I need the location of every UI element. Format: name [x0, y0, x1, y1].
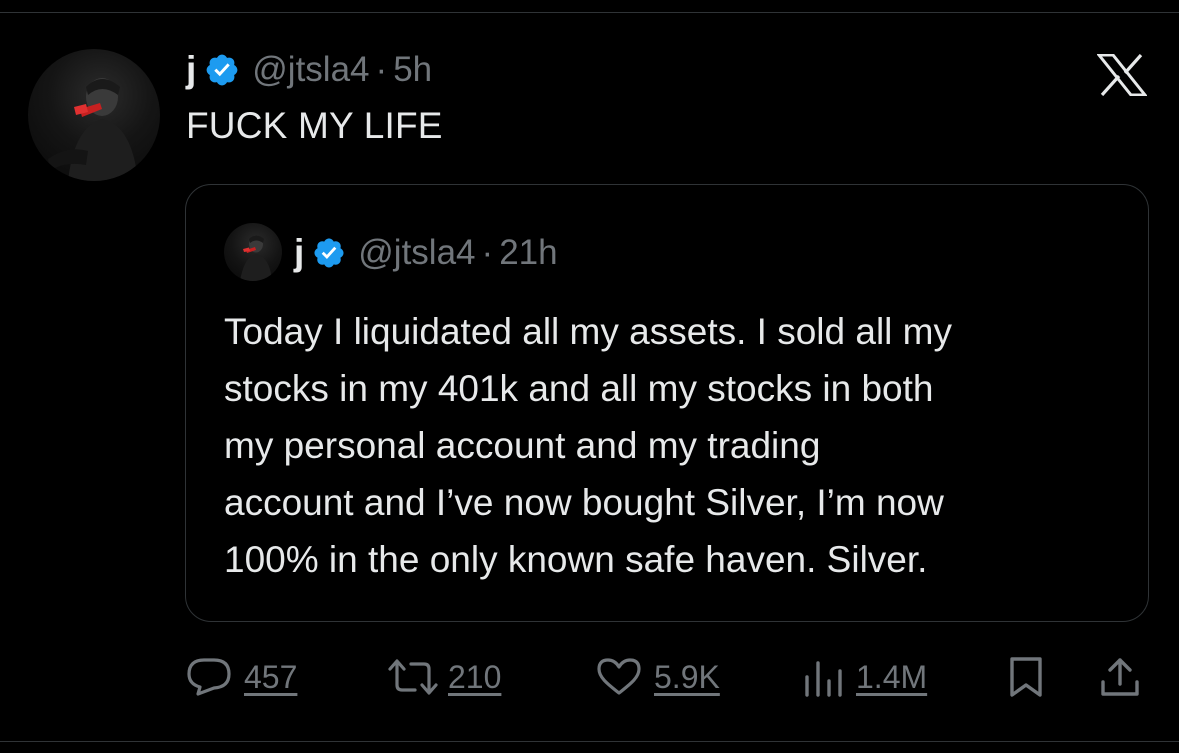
verified-badge-icon	[204, 52, 240, 88]
quote-tweet-card[interactable]: j @jtsla4 · 21h Today I liquidated all m…	[185, 184, 1149, 622]
quote-header: j @jtsla4 · 21h	[294, 231, 558, 275]
separator-dot: ·	[375, 50, 388, 89]
quote-text-line: my personal account and my trading	[224, 425, 821, 466]
like-count: 5.9K	[654, 658, 720, 695]
tweet-text: FUCK MY LIFE	[186, 105, 443, 146]
action-bar: 457 210 5.9K 1.4M	[186, 652, 1146, 702]
author-handle[interactable]: @jtsla4	[252, 50, 369, 90]
share-icon	[1098, 655, 1142, 699]
quote-text-line: account and I’ve now bought Silver, I’m …	[224, 482, 944, 523]
top-divider	[0, 12, 1179, 13]
repost-count: 210	[448, 658, 502, 695]
reply-icon	[186, 657, 232, 697]
quote-text-line: stocks in my 401k and all my stocks in b…	[224, 368, 934, 409]
share-button[interactable]	[1098, 652, 1142, 702]
tweet-time[interactable]: 5h	[393, 50, 432, 90]
avatar[interactable]	[28, 49, 160, 181]
quote-verified-badge-icon	[312, 236, 346, 270]
repost-button[interactable]: 210	[386, 652, 501, 702]
reply-count: 457	[244, 658, 298, 695]
x-logo-icon	[1095, 53, 1149, 97]
bottom-divider	[0, 741, 1179, 742]
tweet-header: j @jtsla4 · 5h	[186, 48, 432, 92]
quote-separator-dot: ·	[481, 233, 494, 272]
views-button[interactable]: 1.4M	[802, 652, 927, 702]
repost-icon	[386, 657, 440, 697]
quote-text-line: Today I liquidated all my assets. I sold…	[224, 311, 952, 352]
quote-time: 21h	[499, 233, 558, 272]
views-count: 1.4M	[856, 658, 928, 695]
quote-avatar	[224, 223, 282, 281]
bookmark-button[interactable]	[1006, 652, 1046, 702]
like-icon	[596, 657, 642, 697]
like-button[interactable]: 5.9K	[596, 652, 720, 702]
quote-text: Today I liquidated all my assets. I sold…	[224, 303, 1124, 588]
reply-button[interactable]: 457	[186, 652, 297, 702]
quote-author-handle: @jtsla4	[358, 233, 476, 272]
views-icon	[802, 657, 844, 697]
quote-text-line: 100% in the only known safe haven. Silve…	[224, 539, 928, 580]
bookmark-icon	[1006, 655, 1046, 699]
author-name[interactable]: j	[186, 49, 196, 91]
quote-author-name: j	[294, 232, 305, 273]
